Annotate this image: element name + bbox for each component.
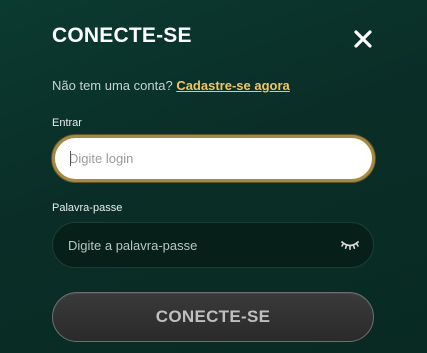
eye-closed-icon (341, 241, 359, 250)
password-label: Palavra-passe (52, 202, 123, 214)
password-input[interactable] (68, 237, 329, 253)
password-input-wrapper (52, 222, 374, 268)
login-input[interactable] (69, 151, 372, 166)
submit-label: CONECTE-SE (155, 307, 271, 326)
login-input-wrapper (52, 135, 375, 182)
password-visibility-toggle[interactable] (340, 238, 360, 252)
close-button[interactable] (351, 27, 375, 51)
submit-button[interactable]: CONECTE-SE (52, 292, 374, 342)
signup-link[interactable]: Cadastre-se agora (176, 78, 289, 93)
signup-prompt-text: Não tem uma conta? (52, 78, 173, 93)
modal-title: CONECTE-SE (52, 24, 192, 47)
text-caret (70, 151, 71, 166)
login-modal: CONECTE-SE Não tem uma conta? Cadastre-s… (0, 0, 427, 353)
signup-prompt: Não tem uma conta? Cadastre-se agora (52, 78, 290, 93)
close-icon (354, 30, 372, 48)
login-label: Entrar (52, 117, 82, 129)
